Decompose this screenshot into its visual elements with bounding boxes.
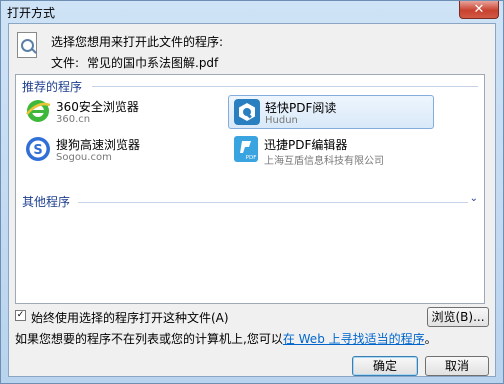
app-name: 迅捷PDF编辑器 (264, 138, 348, 152)
window-title: 打开方式 (7, 6, 56, 20)
file-name: 常见的国巾系法图解.pdf (87, 56, 219, 70)
dialog-prompt: 选择您想用来打开此文件的程序: (51, 35, 224, 49)
app-name: 360安全浏览器 (56, 100, 139, 114)
svg-text:S: S (33, 143, 42, 158)
app-item-sogou-browser[interactable]: S 搜狗高速浏览器 Sogou.com (20, 133, 220, 167)
program-list[interactable]: 推荐的程序 360安全浏览器 360.cn 轻快PDF阅读 Hudun S 搜狗… (15, 74, 485, 304)
divider (78, 202, 468, 203)
chevron-down-icon[interactable]: ⌄ (470, 193, 478, 204)
hint-message: 如果您想要的程序不在列表或您的计算机上,您可以 (15, 332, 283, 346)
sogou-browser-icon: S (26, 137, 50, 161)
always-use-checkbox[interactable]: ✓ (15, 310, 26, 321)
app-name: 轻快PDF阅读 (265, 101, 337, 115)
divider (92, 86, 478, 87)
search-document-icon (17, 32, 37, 58)
browse-button[interactable]: 浏览(B)... (427, 307, 489, 327)
close-button[interactable]: ✕ (459, 1, 499, 19)
ie-browser-icon (26, 100, 51, 122)
title-bar[interactable]: 打开方式 ✕ (1, 1, 503, 23)
app-publisher: Sogou.com (56, 152, 112, 163)
always-use-label[interactable]: 始终使用选择的程序打开这种文件(A) (31, 309, 229, 326)
app-publisher: 360.cn (56, 114, 91, 125)
pdf-editor-icon: PDF (234, 136, 258, 162)
dialog-body: 选择您想用来打开此文件的程序: 文件: 常见的国巾系法图解.pdf 推荐的程序 … (8, 23, 496, 377)
open-with-dialog: 打开方式 ✕ 选择您想用来打开此文件的程序: 文件: 常见的国巾系法图解.pdf… (0, 0, 504, 384)
hint-end: 。 (424, 332, 437, 346)
pdf-reader-icon (234, 99, 260, 125)
app-item-pdf-reader[interactable]: 轻快PDF阅读 Hudun (228, 95, 434, 129)
app-publisher: Hudun (265, 115, 298, 126)
ok-button[interactable]: 确定 (352, 356, 418, 376)
recommended-group-header[interactable]: 推荐的程序 (22, 78, 82, 95)
svg-text:PDF: PDF (246, 155, 257, 161)
app-publisher: 上海互盾信息科技有限公司 (264, 156, 384, 167)
other-group-header[interactable]: 其他程序 (22, 193, 70, 210)
app-item-pdf-editor[interactable]: PDF 迅捷PDF编辑器 上海互盾信息科技有限公司 (228, 133, 468, 167)
file-label: 文件: (51, 56, 80, 70)
hint-text: 如果您想要的程序不在列表或您的计算机上,您可以在 Web 上寻找适当的程序。 (15, 330, 437, 347)
cancel-button[interactable]: 取消 (425, 356, 489, 376)
web-search-link[interactable]: 在 Web 上寻找适当的程序 (283, 332, 425, 346)
app-item-360-browser[interactable]: 360安全浏览器 360.cn (20, 95, 220, 129)
app-name: 搜狗高速浏览器 (56, 138, 141, 152)
